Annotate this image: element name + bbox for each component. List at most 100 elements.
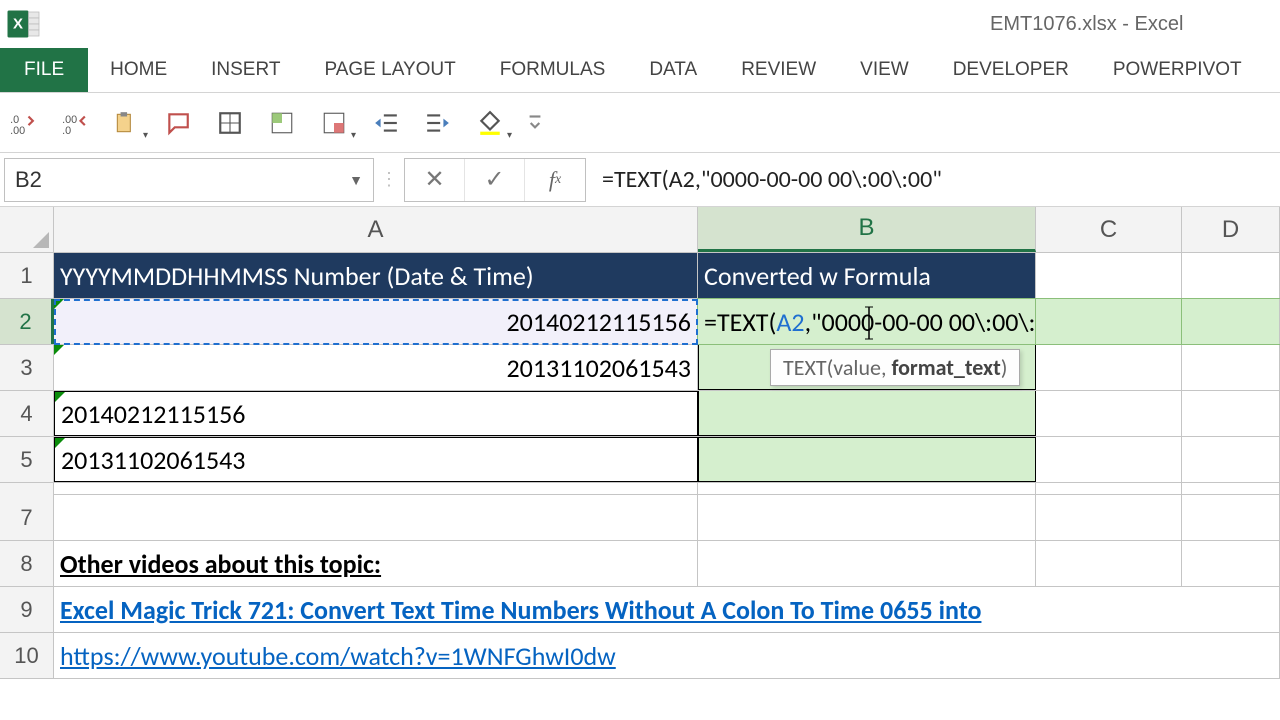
row-3: 3 20131102061543 (0, 345, 1280, 391)
cell-a2[interactable]: 20140212115156 (54, 299, 698, 344)
comment-icon[interactable] (162, 107, 194, 139)
row-1: 1 YYYYMMDDHHMMSS Number (Date & Time) Co… (0, 253, 1280, 299)
row-7: 7 (0, 495, 1280, 541)
cell-c7[interactable] (1036, 495, 1182, 540)
row-header-6[interactable] (0, 483, 54, 495)
cell-b8[interactable] (698, 541, 1036, 586)
cell-a4[interactable]: 20140212115156 (54, 391, 698, 436)
tab-home[interactable]: HOME (88, 48, 189, 92)
row-6 (0, 483, 1280, 495)
svg-text:.00: .00 (10, 124, 25, 135)
window-title: EMT1076.xlsx - Excel (990, 13, 1183, 36)
toolbar-overflow-icon[interactable] (526, 107, 544, 139)
col-header-c[interactable]: C (1036, 207, 1182, 252)
cell-b1[interactable]: Converted w Formula (698, 253, 1036, 298)
cell-a1[interactable]: YYYYMMDDHHMMSS Number (Date & Time) (54, 253, 698, 298)
tab-developer[interactable]: DEVELOPER (931, 48, 1091, 92)
row-header-9[interactable]: 9 (0, 587, 54, 632)
cell-a6[interactable] (54, 483, 698, 494)
name-box-value: B2 (15, 167, 42, 193)
cell-d3[interactable] (1182, 345, 1280, 390)
cell-b2-formula-display: =TEXT(A2,"0000-00-00 00\:00\:00" (704, 306, 1072, 338)
row-header-1[interactable]: 1 (0, 253, 54, 298)
formula-input[interactable]: =TEXT(A2,"0000-00-00 00\:00\:00" (586, 158, 1280, 202)
cell-c3[interactable] (1036, 345, 1182, 390)
cell-a5[interactable]: 20131102061543 (54, 437, 698, 482)
row-9: 9 Excel Magic Trick 721: Convert Text Ti… (0, 587, 1280, 633)
cell-a9[interactable]: Excel Magic Trick 721: Convert Text Time… (54, 587, 1280, 632)
insert-cells-icon[interactable] (266, 107, 298, 139)
tab-file[interactable]: FILE (0, 48, 88, 92)
cell-b4[interactable] (698, 391, 1036, 436)
cell-c2[interactable] (1036, 299, 1182, 344)
row-header-7[interactable]: 7 (0, 495, 54, 540)
row-4: 4 20140212115156 (0, 391, 1280, 437)
tab-insert[interactable]: INSERT (189, 48, 302, 92)
row-8: 8 Other videos about this topic: (0, 541, 1280, 587)
col-header-d[interactable]: D (1182, 207, 1280, 252)
delete-cells-icon[interactable]: ▾ (318, 107, 350, 139)
cell-d2[interactable] (1182, 299, 1280, 344)
cell-c4[interactable] (1036, 391, 1182, 436)
text-caret-icon (868, 303, 870, 343)
row-header-10[interactable]: 10 (0, 633, 54, 678)
svg-text:X: X (13, 16, 23, 33)
row-5: 5 20131102061543 (0, 437, 1280, 483)
enter-formula-button[interactable]: ✓ (465, 159, 525, 201)
fill-color-icon[interactable]: ▾ (474, 107, 506, 139)
cell-d4[interactable] (1182, 391, 1280, 436)
cell-d8[interactable] (1182, 541, 1280, 586)
cell-d5[interactable] (1182, 437, 1280, 482)
row-header-5[interactable]: 5 (0, 437, 54, 482)
title-bar: X EMT1076.xlsx - Excel (0, 0, 1280, 48)
quick-toolbar: .0.00 .00.0 ▾ ▾ ▾ (0, 93, 1280, 153)
increase-indent-icon[interactable] (422, 107, 454, 139)
cell-c5[interactable] (1036, 437, 1182, 482)
tab-view[interactable]: VIEW (838, 48, 931, 92)
cancel-formula-button[interactable]: ✕ (405, 159, 465, 201)
row-header-4[interactable]: 4 (0, 391, 54, 436)
tab-data[interactable]: DATA (627, 48, 719, 92)
tab-formulas[interactable]: FORMULAS (478, 48, 628, 92)
cell-b6[interactable] (698, 483, 1036, 494)
select-all-corner[interactable] (0, 207, 54, 252)
row-header-3[interactable]: 3 (0, 345, 54, 390)
tab-page-layout[interactable]: PAGE LAYOUT (302, 48, 477, 92)
row-10: 10 https://www.youtube.com/watch?v=1WNFG… (0, 633, 1280, 679)
cell-d7[interactable] (1182, 495, 1280, 540)
formula-bar-separator: ⋮ (374, 169, 404, 190)
borders-icon[interactable] (214, 107, 246, 139)
paste-icon[interactable]: ▾ (110, 107, 142, 139)
cell-a10[interactable]: https://www.youtube.com/watch?v=1WNFGhwI… (54, 633, 1280, 678)
row-2: 2 20140212115156 =TEXT(A2,"0000-00-00 00… (0, 299, 1280, 345)
cell-c8[interactable] (1036, 541, 1182, 586)
cell-d1[interactable] (1182, 253, 1280, 298)
row-header-8[interactable]: 8 (0, 541, 54, 586)
decrease-indent-icon[interactable] (370, 107, 402, 139)
cell-b7[interactable] (698, 495, 1036, 540)
row-header-2[interactable]: 2 (0, 299, 54, 344)
cell-a8[interactable]: Other videos about this topic: (54, 541, 698, 586)
name-box-dropdown-icon[interactable]: ▼ (349, 172, 363, 188)
svg-text:.0: .0 (62, 124, 71, 135)
worksheet-grid: A B C D 1 YYYYMMDDHHMMSS Number (Date & … (0, 207, 1280, 679)
cell-a7[interactable] (54, 495, 698, 540)
ribbon-tabs: FILE HOME INSERT PAGE LAYOUT FORMULAS DA… (0, 48, 1280, 93)
function-tooltip: TEXT(value, format_text) (770, 349, 1020, 386)
name-box[interactable]: B2 ▼ (4, 158, 374, 202)
tab-powerpivot[interactable]: POWERPIVOT (1091, 48, 1264, 92)
cell-a3[interactable]: 20131102061543 (54, 345, 698, 390)
col-header-a[interactable]: A (54, 207, 698, 252)
col-header-b[interactable]: B (698, 207, 1036, 252)
cell-d6[interactable] (1182, 483, 1280, 494)
formula-bar-buttons: ✕ ✓ fx (404, 158, 586, 202)
excel-app-icon: X (6, 6, 42, 42)
formula-bar: B2 ▼ ⋮ ✕ ✓ fx =TEXT(A2,"0000-00-00 00\:0… (0, 153, 1280, 207)
cell-b5[interactable] (698, 437, 1036, 482)
cell-c6[interactable] (1036, 483, 1182, 494)
insert-function-button[interactable]: fx (525, 159, 585, 201)
increase-decimal-icon[interactable]: .0.00 (6, 107, 38, 139)
tab-review[interactable]: REVIEW (719, 48, 838, 92)
cell-c1[interactable] (1036, 253, 1182, 298)
decrease-decimal-icon[interactable]: .00.0 (58, 107, 90, 139)
